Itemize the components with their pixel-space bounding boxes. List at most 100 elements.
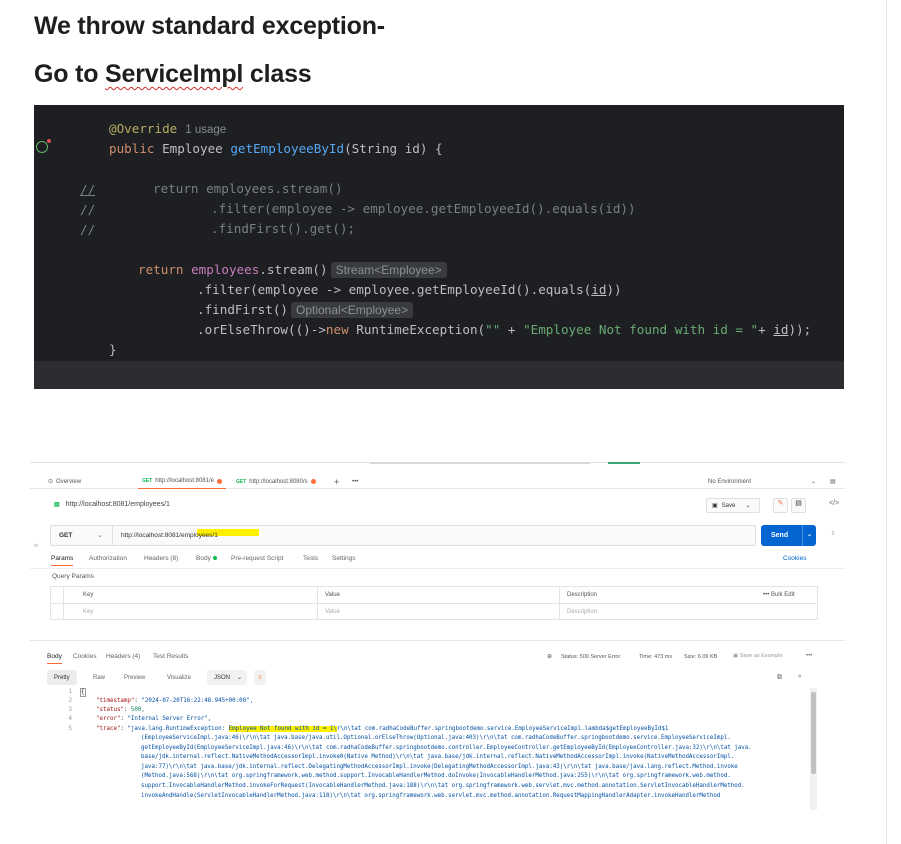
- chevron-down-icon: ⌄: [236, 675, 242, 681]
- response-scrollbar[interactable]: [810, 688, 817, 810]
- json-line-trace: "trace": "java.lang.RuntimeException: Em…: [96, 726, 669, 732]
- tab-headers-label: Headers (8): [144, 555, 179, 562]
- save-button[interactable]: ▣ Save ⌄: [706, 498, 760, 513]
- request-title-row: ▤ http://localhost:8081/employees/1: [54, 501, 170, 508]
- scrollbar-thumb[interactable]: [811, 692, 816, 774]
- tab-overview[interactable]: ⊙ Overview: [44, 474, 85, 489]
- line-number: 2: [68, 698, 73, 704]
- environment-quicklook-icon[interactable]: ▤: [826, 474, 840, 489]
- description-input[interactable]: Description: [567, 609, 597, 615]
- code-snippet-icon[interactable]: </>: [829, 500, 839, 507]
- json-line-status: "status": 500,: [96, 707, 145, 713]
- tab-request-8081[interactable]: GET http://localhost:8081/e: [138, 474, 226, 489]
- copy-icon[interactable]: ⧉: [777, 674, 782, 682]
- chevron-down-icon: ⌄: [745, 503, 751, 509]
- url-input[interactable]: http://localhost:8081/employees/1: [121, 532, 218, 539]
- cookies-link[interactable]: Cookies: [783, 555, 806, 562]
- postman-scroll-indicator: [370, 462, 590, 464]
- save-label: Save: [721, 502, 736, 509]
- response-body-json[interactable]: 1 2 3 4 5 { "timestamp": "2024-07-20T16:…: [60, 688, 838, 810]
- tab-headers[interactable]: Headers (8): [144, 555, 178, 562]
- tab-url: http://localhost:8081/e: [155, 478, 214, 484]
- postman-window: ⊙ Overview GET http://localhost:8081/e G…: [30, 462, 847, 810]
- value-input[interactable]: Value: [325, 609, 340, 615]
- request-title[interactable]: http://localhost:8081/employees/1: [66, 501, 170, 508]
- new-tab-button[interactable]: +: [330, 474, 343, 489]
- url-divider: [112, 526, 113, 545]
- response-more-button[interactable]: •••: [806, 653, 812, 659]
- comment-marker: //: [80, 202, 96, 217]
- send-label: Send: [771, 532, 789, 539]
- environment-select[interactable]: No Environment ⌄: [704, 474, 820, 489]
- view-pretty[interactable]: Pretty: [47, 670, 77, 685]
- code-return-line: return employees.stream() Stream<Employee…: [138, 262, 447, 278]
- heading-suffix: class: [243, 60, 312, 88]
- unsaved-dot-icon: [217, 478, 222, 484]
- method-select[interactable]: GET: [59, 532, 72, 539]
- column-value: Value: [325, 592, 340, 598]
- line-number: 5: [68, 726, 73, 732]
- bulk-edit-button[interactable]: ••• Bulk Edit: [763, 592, 795, 598]
- response-tab-headers[interactable]: Headers (4): [106, 653, 140, 660]
- code-comment-line: .findFirst().get();: [211, 221, 356, 236]
- lightbulb-icon[interactable]: ♁: [830, 528, 836, 537]
- beautify-icon[interactable]: ≡: [254, 670, 266, 685]
- environment-label: No Environment: [708, 478, 752, 485]
- tab-request-8080[interactable]: GET http://localhost:8080/s: [232, 474, 320, 489]
- type-hint-stream: Stream<Employee>: [330, 262, 447, 278]
- response-tab-test-results[interactable]: Test Results: [153, 653, 188, 660]
- url-bar: GET ⌄ http://localhost:8081/employees/1: [50, 525, 756, 546]
- view-visualize[interactable]: Visualize: [160, 670, 198, 685]
- tab-authorization[interactable]: Authorization: [89, 555, 127, 562]
- json-open-brace: {: [81, 689, 85, 695]
- postman-scroll-indicator-accent: [608, 462, 640, 464]
- code-signature-line: public Employee getEmployeeById(String i…: [109, 141, 443, 156]
- override-gutter-icon[interactable]: [36, 139, 51, 153]
- format-select[interactable]: JSON ⌄: [207, 670, 247, 685]
- postman-tab-bar: ⊙ Overview GET http://localhost:8081/e G…: [30, 474, 845, 489]
- response-status[interactable]: Status: 500 Server Error: [561, 654, 620, 660]
- type-hint-optional: Optional<Employee>: [291, 302, 414, 318]
- response-tab-body[interactable]: Body: [47, 653, 62, 664]
- table-col-divider: [63, 587, 64, 619]
- send-button[interactable]: Send ⌄: [761, 525, 816, 546]
- line-number: 1: [68, 689, 73, 695]
- tab-body-label: Body: [196, 555, 211, 562]
- edit-icon[interactable]: ✎: [773, 498, 788, 513]
- key-input[interactable]: Key: [83, 609, 93, 615]
- response-divider: [30, 640, 845, 641]
- ide-code-panel: @Override 1 usage public Employee getEmpl…: [34, 105, 844, 389]
- response-tab-cookies[interactable]: Cookies: [73, 653, 96, 660]
- tab-settings[interactable]: Settings: [332, 555, 356, 562]
- save-icon: ▣: [712, 503, 718, 509]
- tab-params[interactable]: Params: [51, 555, 74, 566]
- heading-serviceimpl-word: ServiceImpl: [105, 60, 244, 88]
- view-preview[interactable]: Preview: [117, 670, 152, 685]
- code-close-brace: }: [109, 342, 117, 357]
- tab-tests[interactable]: Tests: [303, 555, 318, 562]
- tab-body[interactable]: Body: [196, 555, 217, 562]
- save-as-example-button[interactable]: ▣ Save as Example: [733, 653, 783, 659]
- table-row-divider: [51, 603, 817, 604]
- overview-icon: ⊙: [48, 479, 54, 485]
- view-raw[interactable]: Raw: [86, 670, 112, 685]
- comment-marker: //: [80, 182, 96, 197]
- trace-highlight: Employee Not found with id = 1\: [228, 726, 337, 732]
- search-icon[interactable]: ⌕: [798, 673, 802, 681]
- response-size[interactable]: Size: 6.09 KB: [684, 654, 717, 660]
- tab-prerequest-script[interactable]: Pre-request Script: [231, 555, 283, 562]
- save-as-example-label: Save as Example: [739, 653, 783, 659]
- table-col-divider: [317, 587, 318, 619]
- query-params-table: Key Value Description ••• Bulk Edit Key …: [50, 586, 818, 620]
- more-tabs-button[interactable]: •••: [348, 474, 362, 489]
- tab-method: GET: [236, 478, 247, 485]
- comments-icon[interactable]: ▤: [791, 498, 806, 513]
- heading-go-to-serviceimpl: Go to ServiceImpl class: [34, 60, 312, 89]
- page-right-rule: [886, 0, 887, 844]
- tab-url: http://localhost:8080/s: [249, 478, 308, 485]
- response-time[interactable]: Time: 473 ms: [639, 654, 672, 660]
- network-icon[interactable]: ⊕: [547, 653, 552, 660]
- format-select-label: JSON: [214, 674, 231, 681]
- bulk-edit-label: Bulk Edit: [770, 592, 795, 598]
- code-findfirst-line: .findFirst() Optional<Employee>: [197, 302, 414, 318]
